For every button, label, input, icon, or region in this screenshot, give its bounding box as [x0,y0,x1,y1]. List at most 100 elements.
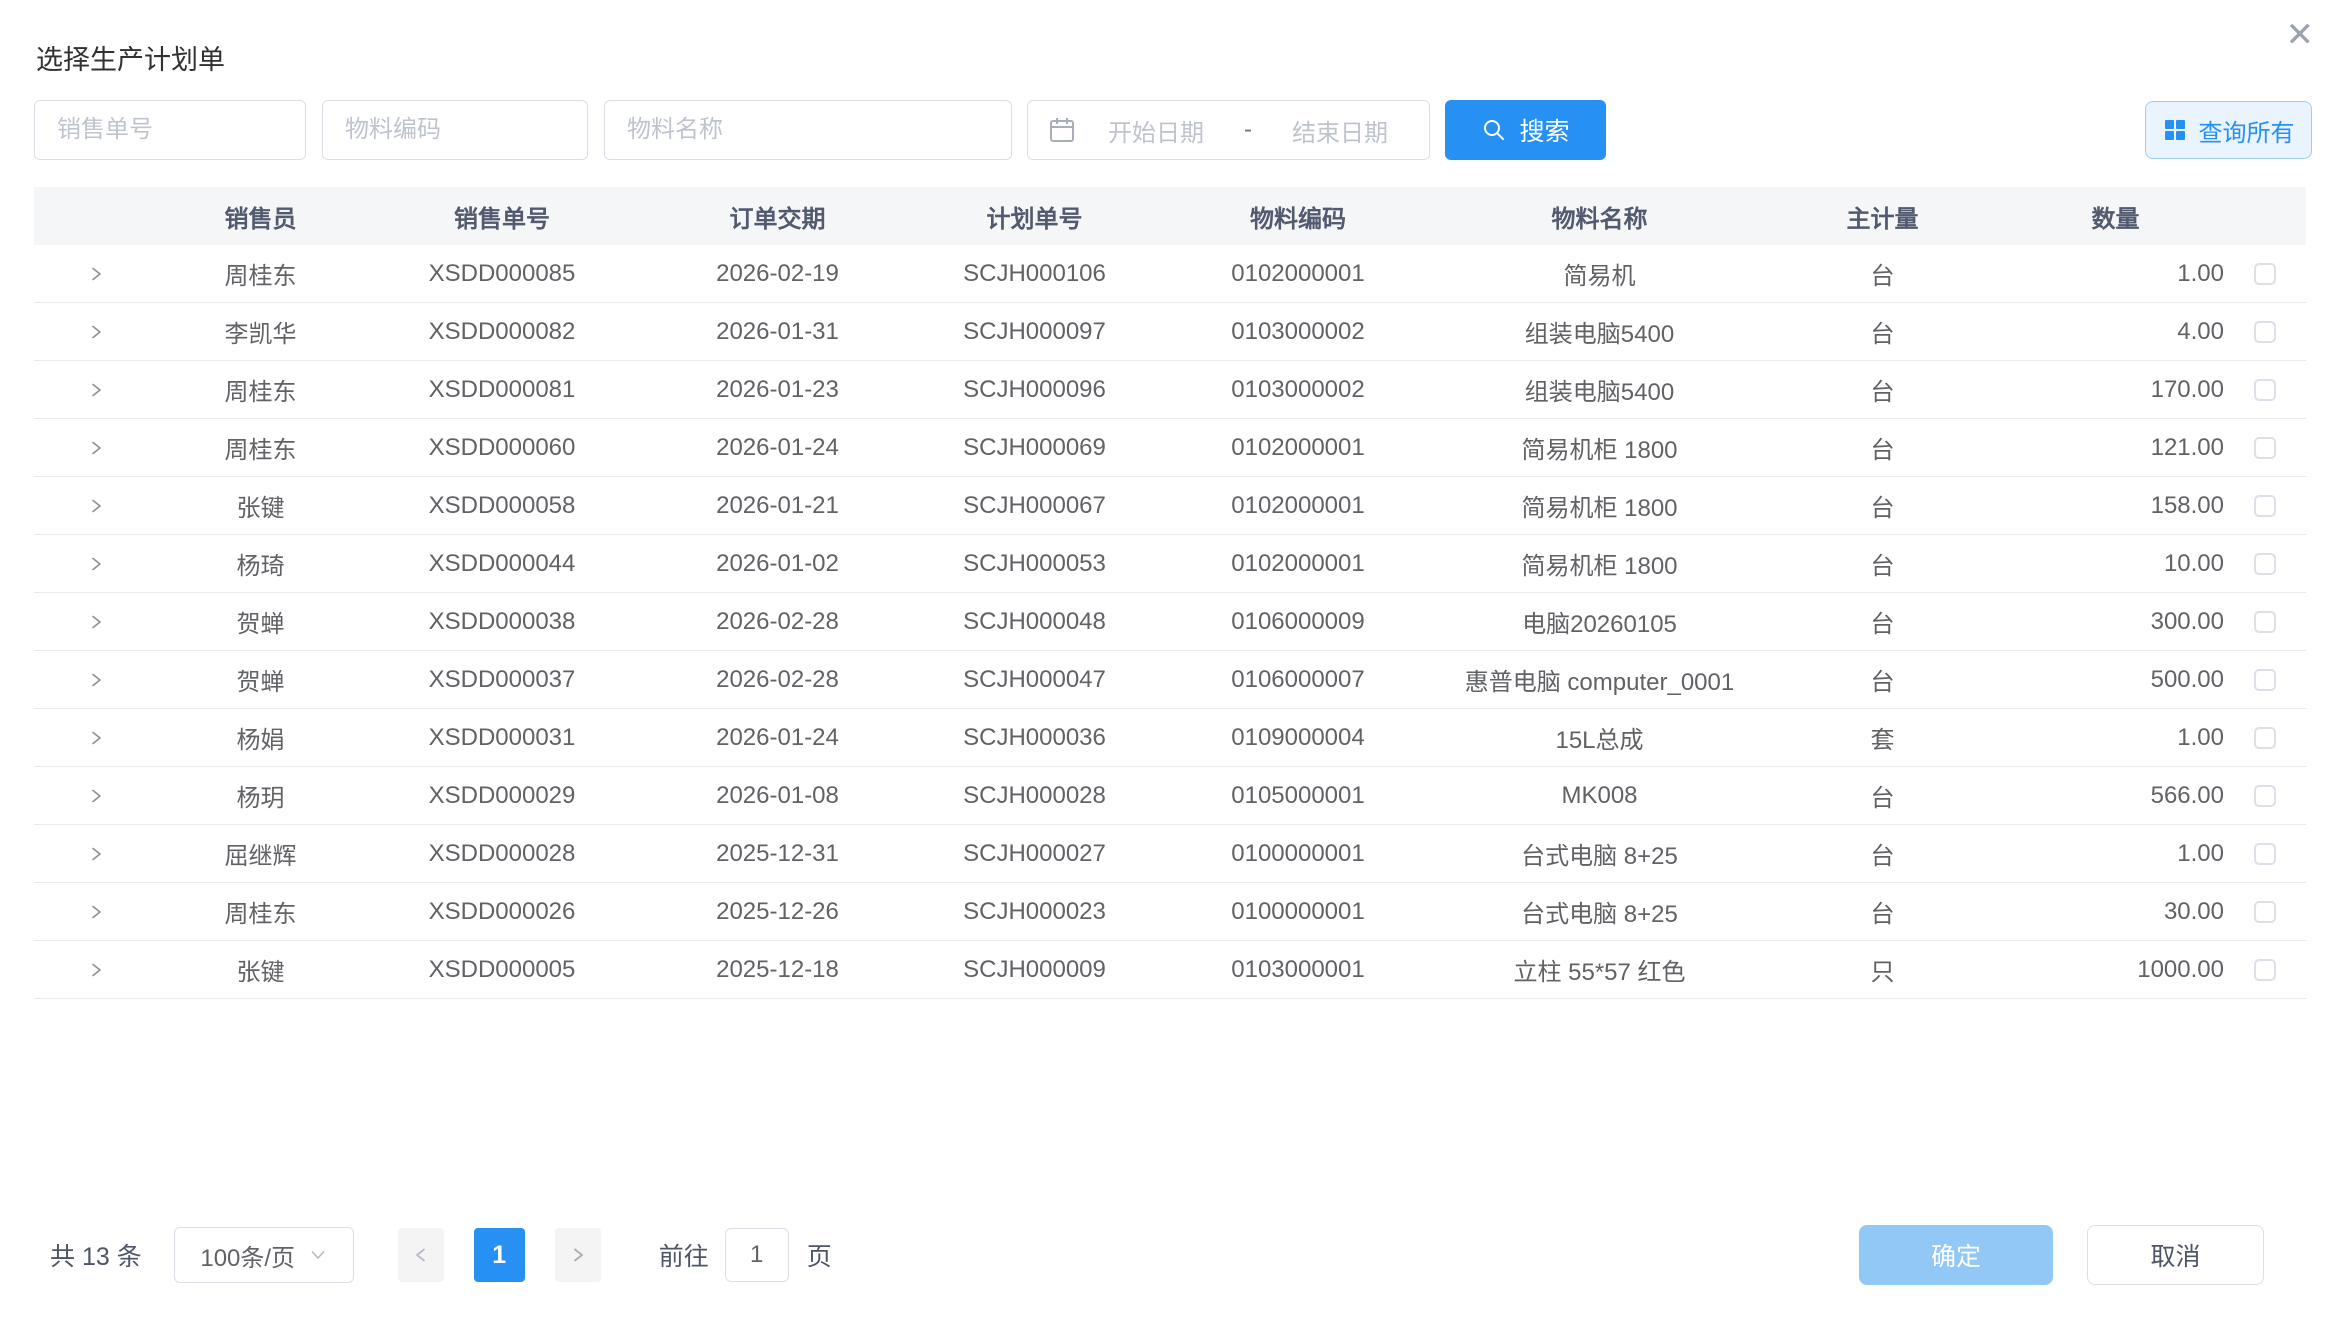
table-row: 杨娟 XSDD000031 2026-01-24 SCJH000036 0109… [34,709,2306,767]
table-body: 周桂东 XSDD000085 2026-02-19 SCJH000106 010… [34,245,2306,999]
row-checkbox[interactable] [2254,321,2276,343]
expand-row-icon[interactable] [87,439,105,457]
expand-row-icon[interactable] [87,845,105,863]
cell-unit: 台 [1758,372,2007,407]
row-checkbox[interactable] [2254,437,2276,459]
cell-sales-order-no: XSDD000060 [363,434,641,462]
expand-row-icon[interactable] [87,381,105,399]
confirm-button[interactable]: 确定 [1859,1225,2053,1285]
expand-row-icon[interactable] [87,903,105,921]
cell-material-name: 立柱 55*57 红色 [1441,952,1758,987]
page-size-value: 100条/页 [200,1238,295,1273]
material-code-input[interactable] [322,100,588,160]
cell-delivery-date: 2026-02-28 [641,608,914,636]
expand-row-icon[interactable] [87,497,105,515]
cell-material-code: 0102000001 [1155,550,1441,578]
prev-page-button[interactable] [398,1228,444,1282]
material-name-input[interactable] [604,100,1012,160]
cell-quantity: 1.00 [2007,840,2224,868]
cell-plan-no: SCJH000036 [914,724,1155,752]
cell-plan-no: SCJH000027 [914,840,1155,868]
cell-plan-no: SCJH000053 [914,550,1155,578]
row-checkbox[interactable] [2254,785,2276,807]
expand-row-icon[interactable] [87,787,105,805]
cell-delivery-date: 2026-02-19 [641,260,914,288]
row-checkbox[interactable] [2254,843,2276,865]
cell-unit: 只 [1758,952,2007,987]
cell-delivery-date: 2026-01-24 [641,724,914,752]
cell-sales-order-no: XSDD000029 [363,782,641,810]
cell-sales-order-no: XSDD000026 [363,898,641,926]
cell-material-code: 0102000001 [1155,492,1441,520]
table-row: 杨琦 XSDD000044 2026-01-02 SCJH000053 0102… [34,535,2306,593]
query-all-button[interactable]: 查询所有 [2145,101,2312,159]
cell-quantity: 300.00 [2007,608,2224,636]
search-icon [1481,117,1507,143]
cell-material-code: 0102000001 [1155,260,1441,288]
expand-row-icon[interactable] [87,671,105,689]
cell-salesperson: 周桂东 [158,372,363,407]
row-checkbox[interactable] [2254,959,2276,981]
cell-plan-no: SCJH000096 [914,376,1155,404]
row-checkbox[interactable] [2254,611,2276,633]
cell-delivery-date: 2025-12-26 [641,898,914,926]
date-range-picker[interactable]: 开始日期 - 结束日期 [1027,100,1430,160]
cell-unit: 台 [1758,546,2007,581]
row-checkbox[interactable] [2254,263,2276,285]
chevron-right-icon [569,1246,587,1264]
cell-salesperson: 贺蝉 [158,604,363,639]
cell-material-code: 0106000007 [1155,666,1441,694]
expand-row-icon[interactable] [87,323,105,341]
expand-row-icon[interactable] [87,729,105,747]
cell-quantity: 170.00 [2007,376,2224,404]
expand-row-icon[interactable] [87,555,105,573]
cell-plan-no: SCJH000048 [914,608,1155,636]
row-checkbox[interactable] [2254,379,2276,401]
current-page-button[interactable]: 1 [474,1228,525,1282]
cell-unit: 台 [1758,604,2007,639]
sales-order-input[interactable] [34,100,306,160]
expand-row-icon[interactable] [87,961,105,979]
cell-sales-order-no: XSDD000037 [363,666,641,694]
cell-quantity: 30.00 [2007,898,2224,926]
table-row: 贺蝉 XSDD000037 2026-02-28 SCJH000047 0106… [34,651,2306,709]
cell-plan-no: SCJH000067 [914,492,1155,520]
goto-page-input[interactable] [725,1228,789,1282]
cell-material-name: 组装电脑5400 [1441,314,1758,349]
cell-sales-order-no: XSDD000044 [363,550,641,578]
column-header-plan-no: 计划单号 [914,199,1155,234]
expand-row-icon[interactable] [87,613,105,631]
total-count-label: 共 13 条 [50,1237,142,1273]
search-button-label: 搜索 [1519,112,1569,148]
cell-delivery-date: 2026-02-28 [641,666,914,694]
row-checkbox[interactable] [2254,727,2276,749]
end-date-placeholder: 结束日期 [1292,113,1388,148]
expand-row-icon[interactable] [87,265,105,283]
cancel-button[interactable]: 取消 [2087,1225,2264,1285]
table-row: 周桂东 XSDD000081 2026-01-23 SCJH000096 010… [34,361,2306,419]
goto-page-label: 前往 [659,1237,709,1273]
next-page-button[interactable] [555,1228,601,1282]
cell-salesperson: 周桂东 [158,256,363,291]
row-checkbox[interactable] [2254,901,2276,923]
cell-unit: 台 [1758,662,2007,697]
cell-material-code: 0109000004 [1155,724,1441,752]
row-checkbox[interactable] [2254,669,2276,691]
search-button[interactable]: 搜索 [1445,100,1606,160]
table-row: 周桂东 XSDD000026 2025-12-26 SCJH000023 010… [34,883,2306,941]
row-checkbox[interactable] [2254,495,2276,517]
page-size-select[interactable]: 100条/页 [174,1227,354,1283]
close-icon[interactable]: ✕ [2286,18,2315,52]
cell-quantity: 121.00 [2007,434,2224,462]
row-checkbox[interactable] [2254,553,2276,575]
goto-page-suffix: 页 [807,1237,832,1273]
table-row: 张键 XSDD000005 2025-12-18 SCJH000009 0103… [34,941,2306,999]
cell-material-code: 0100000001 [1155,898,1441,926]
cell-material-name: 简易机柜 1800 [1441,430,1758,465]
cell-delivery-date: 2026-01-08 [641,782,914,810]
cell-delivery-date: 2026-01-21 [641,492,914,520]
dialog-footer: 共 13 条 100条/页 1 前往 页 确定 取消 [50,1222,2264,1288]
cell-salesperson: 杨琦 [158,546,363,581]
cell-unit: 台 [1758,836,2007,871]
column-header-salesperson: 销售员 [158,199,363,234]
